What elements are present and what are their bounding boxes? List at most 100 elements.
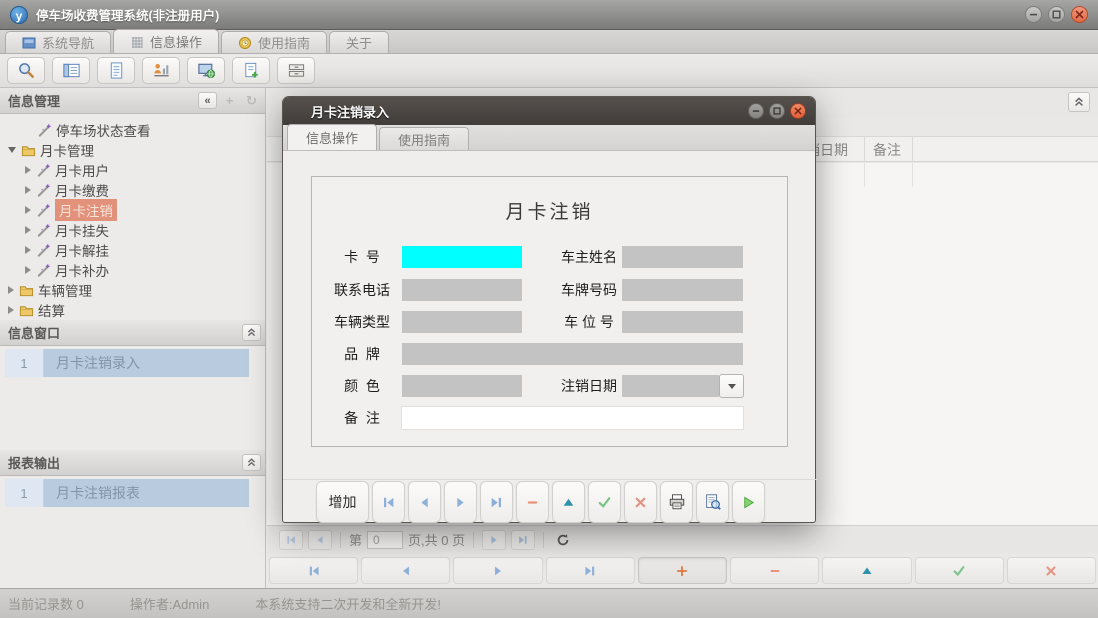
record-delete-button[interactable]: [730, 557, 819, 584]
collapse-panel-button[interactable]: [242, 324, 261, 341]
phone-input[interactable]: [402, 279, 522, 301]
collapsed-arrow-icon[interactable]: [25, 246, 31, 254]
column-header-remark[interactable]: 备注: [873, 137, 911, 163]
dialog-maximize-button[interactable]: [769, 103, 785, 119]
report-output-row[interactable]: 1 月卡注销报表: [5, 479, 249, 507]
new-document-button[interactable]: [232, 57, 270, 84]
brand-input[interactable]: [402, 343, 743, 365]
document-button[interactable]: [97, 57, 135, 84]
record-nav-bar: [269, 557, 1096, 584]
document-icon: [107, 61, 126, 80]
owner-name-input[interactable]: [622, 246, 743, 268]
minimize-button[interactable]: [1025, 6, 1042, 23]
cancel-date-dropdown-button[interactable]: [719, 374, 744, 398]
close-button[interactable]: [1071, 6, 1088, 23]
last-record-button[interactable]: [480, 481, 513, 523]
wand-icon: [37, 123, 52, 138]
record-first-button[interactable]: [269, 557, 358, 584]
collapsed-arrow-icon[interactable]: [25, 266, 31, 274]
collapsed-arrow-icon[interactable]: [25, 166, 31, 174]
collapse-content-button[interactable]: [1068, 92, 1090, 112]
collapsed-arrow-icon[interactable]: [8, 306, 14, 314]
main-toolbar: [0, 54, 1098, 88]
dialog-titlebar[interactable]: 月卡注销录入: [283, 97, 815, 125]
data-list-icon: [62, 61, 81, 80]
confirm-button[interactable]: [588, 481, 621, 523]
tree-item-parking-status[interactable]: 停车场状态查看: [0, 120, 265, 140]
collapse-panel-button[interactable]: [242, 454, 261, 471]
edit-button[interactable]: [552, 481, 585, 523]
row-index: 1: [5, 349, 44, 377]
collapsed-arrow-icon[interactable]: [25, 206, 31, 214]
space-no-input[interactable]: [622, 311, 743, 333]
tab-user-guide[interactable]: 使用指南: [221, 31, 327, 53]
info-mgmt-panel-header: 信息管理 « + ↻: [0, 88, 265, 114]
tab-info-operation[interactable]: 信息操作: [113, 29, 219, 53]
tree-item-card-reissue[interactable]: 月卡补办: [0, 260, 265, 280]
tree-item-card-user[interactable]: 月卡用户: [0, 160, 265, 180]
monitor-button[interactable]: [187, 57, 225, 84]
vehicle-type-input[interactable]: [402, 311, 522, 333]
cancel-button[interactable]: [624, 481, 657, 523]
dialog-tab-user-guide[interactable]: 使用指南: [379, 127, 469, 150]
tree-item-card-cancel[interactable]: 月卡注销: [0, 200, 265, 220]
add-icon[interactable]: +: [220, 92, 239, 109]
record-cancel-button[interactable]: [1007, 557, 1096, 584]
dialog-tab-info-operation[interactable]: 信息操作: [287, 124, 377, 150]
delete-button[interactable]: [516, 481, 549, 523]
dialog-tabstrip: 信息操作 使用指南: [283, 125, 815, 151]
refresh-icon[interactable]: ↻: [242, 92, 261, 109]
data-list-button[interactable]: [52, 57, 90, 84]
page-prev-button[interactable]: [308, 530, 332, 550]
page-next-button[interactable]: [482, 530, 506, 550]
next-record-button[interactable]: [444, 481, 477, 523]
record-confirm-button[interactable]: [915, 557, 1004, 584]
execute-button[interactable]: [732, 481, 765, 523]
tree-item-monthly-card-mgmt[interactable]: 月卡管理: [0, 140, 265, 160]
tree-item-card-payment[interactable]: 月卡缴费: [0, 180, 265, 200]
add-button[interactable]: 增加: [316, 481, 369, 523]
record-edit-button[interactable]: [822, 557, 911, 584]
dialog-minimize-button[interactable]: [748, 103, 764, 119]
next-icon: [453, 495, 468, 510]
refresh-button[interactable]: [552, 530, 574, 550]
tree-item-vehicle-mgmt[interactable]: 车辆管理: [0, 280, 265, 300]
maximize-button[interactable]: [1048, 6, 1065, 23]
drawer-button[interactable]: [277, 57, 315, 84]
cancel-date-input[interactable]: [622, 375, 719, 397]
collapsed-arrow-icon[interactable]: [25, 226, 31, 234]
plate-no-input[interactable]: [622, 279, 743, 301]
prev-record-button[interactable]: [408, 481, 441, 523]
tab-label: 使用指南: [398, 130, 450, 149]
page-number-input[interactable]: [367, 531, 403, 549]
record-last-button[interactable]: [546, 557, 635, 584]
record-next-button[interactable]: [453, 557, 542, 584]
print-preview-button[interactable]: [696, 481, 729, 523]
record-prev-button[interactable]: [361, 557, 450, 584]
collapse-sidebar-button[interactable]: «: [198, 92, 217, 109]
tree-item-settlement[interactable]: 结算: [0, 300, 265, 320]
record-add-button[interactable]: [638, 557, 727, 584]
user-report-button[interactable]: [142, 57, 180, 84]
collapsed-arrow-icon[interactable]: [25, 186, 31, 194]
tab-about[interactable]: 关于: [329, 31, 389, 53]
owner-name-label: 车主姓名: [551, 246, 627, 268]
tab-system-nav[interactable]: 系统导航: [5, 31, 111, 53]
info-window-row[interactable]: 1 月卡注销录入: [5, 349, 249, 377]
print-button[interactable]: [660, 481, 693, 523]
tree-item-card-loss[interactable]: 月卡挂失: [0, 220, 265, 240]
search-button[interactable]: [7, 57, 45, 84]
expand-arrow-icon[interactable]: [8, 147, 16, 153]
dialog-close-button[interactable]: [790, 103, 806, 119]
tree-item-card-unloss[interactable]: 月卡解挂: [0, 240, 265, 260]
collapsed-arrow-icon[interactable]: [8, 286, 14, 294]
first-record-button[interactable]: [372, 481, 405, 523]
remark-input[interactable]: [402, 407, 743, 429]
color-input[interactable]: [402, 375, 522, 397]
user-chart-icon: [152, 61, 171, 80]
row-label: 月卡注销报表: [44, 479, 249, 507]
page-last-button[interactable]: [511, 530, 535, 550]
page-first-button[interactable]: [279, 530, 303, 550]
card-no-input[interactable]: [402, 246, 522, 268]
play-icon: [741, 495, 756, 510]
